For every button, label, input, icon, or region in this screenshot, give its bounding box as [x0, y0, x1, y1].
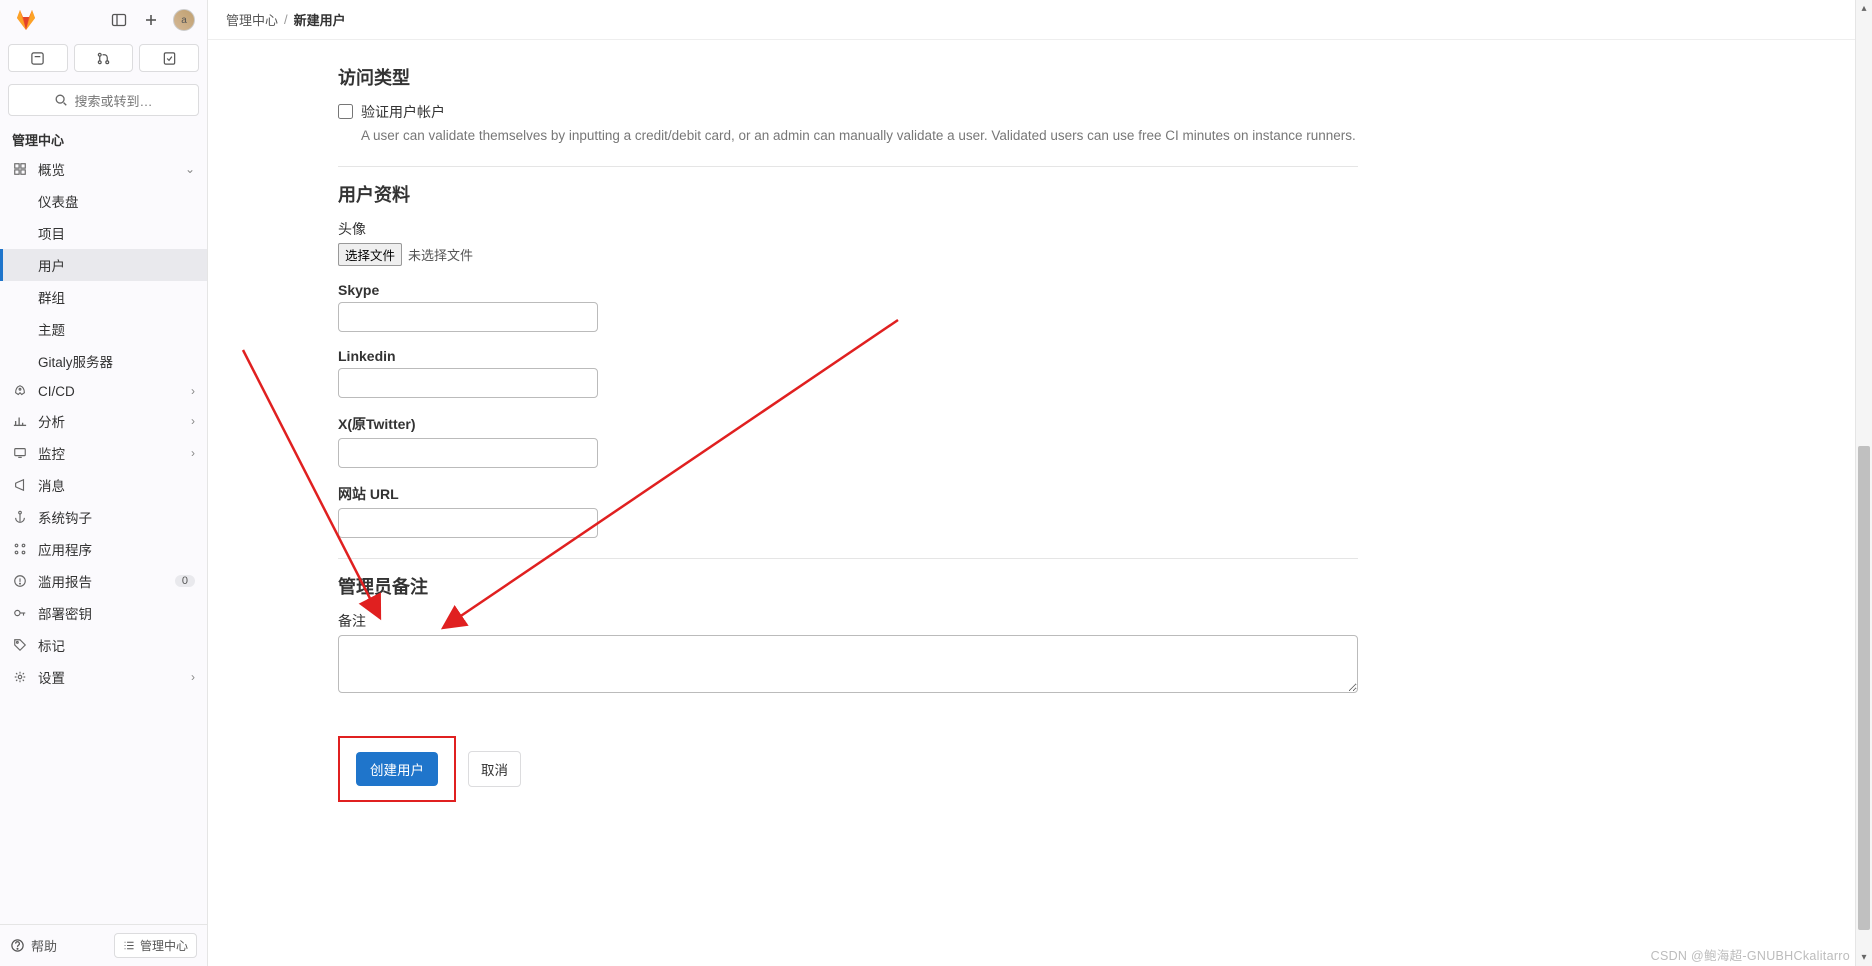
sidebar-quick-actions — [0, 40, 207, 80]
skype-input[interactable] — [338, 302, 598, 332]
chevron-right-icon: › — [191, 670, 195, 684]
sidebar-footer: 帮助 管理中心 — [0, 924, 207, 966]
sidebar-topbar: a — [0, 0, 207, 40]
skype-label: Skype — [338, 282, 1358, 298]
nav-messages[interactable]: 消息 — [0, 469, 207, 501]
nav-groups[interactable]: 群组 — [0, 281, 207, 313]
admin-button[interactable]: 管理中心 — [114, 933, 197, 958]
create-user-button[interactable]: 创建用户 — [356, 752, 438, 786]
scroll-down-icon[interactable]: ▾ — [1856, 949, 1872, 966]
scroll-track[interactable] — [1856, 17, 1872, 949]
linkedin-label: Linkedin — [338, 348, 1358, 364]
apps-icon — [12, 541, 28, 557]
linkedin-input[interactable] — [338, 368, 598, 398]
main: 管理中心 / 新建用户 访问类型 验证用户帐户 A user can valid… — [208, 0, 1872, 966]
nav-projects[interactable]: 项目 — [0, 217, 207, 249]
chevron-down-icon: ⌄ — [185, 162, 195, 176]
gear-icon — [12, 669, 28, 685]
nav-overview[interactable]: 概览 ⌄ — [0, 153, 207, 185]
nav-hooks[interactable]: 系统钩子 — [0, 501, 207, 533]
nav: 概览 ⌄ 仪表盘 项目 用户 群组 主题 Gitaly服务器 CI/CD › 分… — [0, 153, 207, 924]
gitlab-logo[interactable] — [12, 6, 40, 34]
scroll-up-icon[interactable]: ▴ — [1856, 0, 1872, 17]
breadcrumb-root[interactable]: 管理中心 — [226, 10, 278, 29]
cancel-button[interactable]: 取消 — [468, 751, 521, 787]
nav-abuse[interactable]: 滥用报告 0 — [0, 565, 207, 597]
tag-icon — [12, 637, 28, 653]
nav-settings[interactable]: 设置 › — [0, 661, 207, 693]
nav-dashboard[interactable]: 仪表盘 — [0, 185, 207, 217]
website-label: 网站 URL — [338, 484, 1358, 504]
issues-button[interactable] — [8, 44, 68, 72]
panel-icon[interactable] — [109, 10, 129, 30]
annotation-frame: 创建用户 — [338, 736, 456, 802]
section-heading: 管理员备注 — [338, 573, 1358, 599]
chevron-right-icon: › — [191, 446, 195, 460]
section-heading: 用户资料 — [338, 181, 1358, 207]
help-link[interactable]: 帮助 — [10, 936, 57, 955]
scrollbar[interactable]: ▴ ▾ — [1855, 0, 1872, 966]
nav-monitoring[interactable]: 监控 › — [0, 437, 207, 469]
nav-users[interactable]: 用户 — [0, 249, 207, 281]
breadcrumb-current: 新建用户 — [294, 10, 346, 29]
breadcrumb-separator: / — [284, 12, 288, 27]
merge-requests-button[interactable] — [74, 44, 134, 72]
website-input[interactable] — [338, 508, 598, 538]
notes-label: 备注 — [338, 611, 1358, 631]
nav-applications[interactable]: 应用程序 — [0, 533, 207, 565]
search-input[interactable]: 搜索或转到… — [8, 84, 199, 116]
search-placeholder: 搜索或转到… — [74, 91, 152, 110]
choose-file-button[interactable]: 选择文件 — [338, 243, 402, 266]
grid-icon — [12, 161, 28, 177]
breadcrumb: 管理中心 / 新建用户 — [208, 0, 1872, 40]
megaphone-icon — [12, 477, 28, 493]
nav-gitaly[interactable]: Gitaly服务器 — [0, 345, 207, 377]
nav-cicd[interactable]: CI/CD › — [0, 377, 207, 405]
nav-labels[interactable]: 标记 — [0, 629, 207, 661]
file-status: 未选择文件 — [408, 245, 473, 264]
chart-icon — [12, 413, 28, 429]
key-icon — [12, 605, 28, 621]
plus-icon[interactable] — [141, 10, 161, 30]
nav-analytics[interactable]: 分析 › — [0, 405, 207, 437]
todos-button[interactable] — [139, 44, 199, 72]
section-title: 管理中心 — [0, 124, 207, 153]
twitter-input[interactable] — [338, 438, 598, 468]
sidebar: a 搜索或转到… 管理中心 概览 ⌄ 仪表盘 项目 用户 群组 主题 Gital… — [0, 0, 208, 966]
badge: 0 — [175, 575, 195, 587]
rocket-icon — [12, 383, 28, 399]
chevron-right-icon: › — [191, 384, 195, 398]
notes-section: 管理员备注 备注 — [338, 559, 1358, 716]
validate-desc: A user can validate themselves by inputt… — [361, 126, 1358, 146]
content: 访问类型 验证用户帐户 A user can validate themselv… — [208, 40, 1872, 966]
access-section: 访问类型 验证用户帐户 A user can validate themselv… — [338, 50, 1358, 167]
twitter-label: X(原Twitter) — [338, 414, 1358, 434]
section-heading: 访问类型 — [338, 64, 1358, 90]
scroll-thumb[interactable] — [1858, 446, 1870, 931]
chevron-right-icon: › — [191, 414, 195, 428]
monitor-icon — [12, 445, 28, 461]
checkbox-label: 验证用户帐户 — [361, 102, 445, 122]
anchor-icon — [12, 509, 28, 525]
avatar-label: 头像 — [338, 219, 1358, 239]
action-row: 创建用户 取消 — [338, 736, 1358, 802]
warning-icon — [12, 573, 28, 589]
notes-textarea[interactable] — [338, 635, 1358, 693]
nav-deploy-keys[interactable]: 部署密钥 — [0, 597, 207, 629]
nav-topics[interactable]: 主题 — [0, 313, 207, 345]
profile-section: 用户资料 头像 选择文件 未选择文件 Skype Linkedin X(原Twi… — [338, 167, 1358, 559]
nav-label: 概览 — [38, 159, 175, 179]
validate-user-checkbox[interactable] — [338, 104, 353, 119]
avatar[interactable]: a — [173, 9, 195, 31]
